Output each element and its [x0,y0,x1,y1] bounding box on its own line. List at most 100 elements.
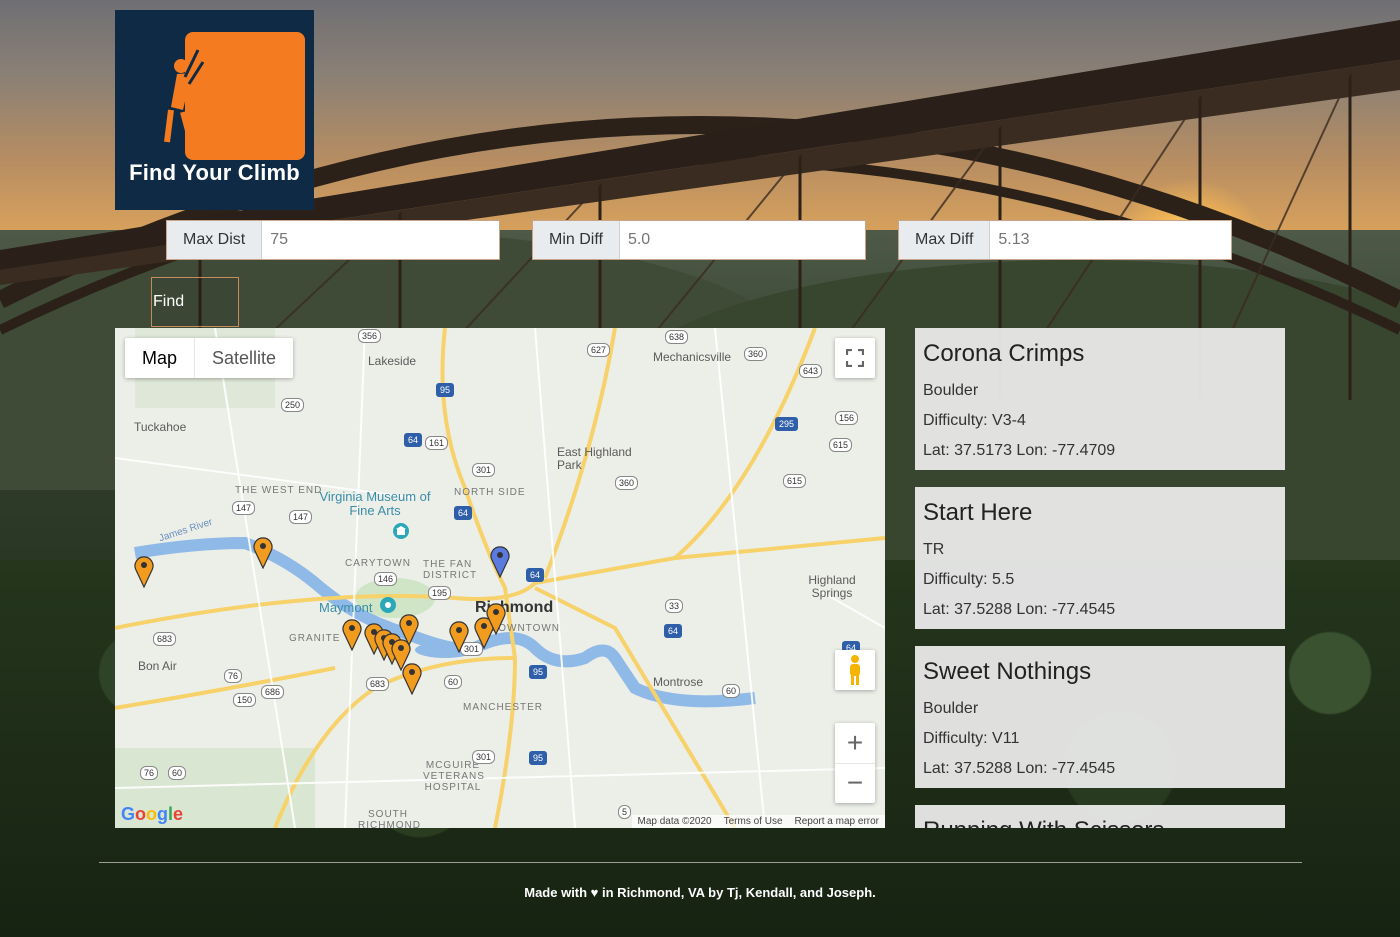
route-shield: 150 [233,693,257,707]
route-shield: 161 [425,436,449,450]
route-name: Sweet Nothings [923,658,1092,685]
map-label-fan-district: THE FAN DISTRICT [423,559,478,581]
logo-text: Find Your Climb [129,160,300,185]
climber-icon [164,49,207,143]
interstate-shield: 95 [529,665,548,679]
route-type: Boulder [923,382,979,399]
map-label-bon-air: Bon Air [138,659,177,673]
route-shield: 60 [444,675,463,689]
map-label-carytown: CARYTOWN [345,558,411,569]
route-shield: 147 [289,510,313,524]
map-label-lakeside: Lakeside [368,354,417,368]
map-label-granite: GRANITE [289,633,341,644]
route-shield: 360 [615,476,639,490]
map-label-mechanicsville: Mechanicsville [653,350,732,364]
route-pin[interactable] [485,601,507,635]
route-name: Start Here [923,499,1033,526]
route-shield: 615 [783,474,807,488]
route-shield: 643 [799,364,823,378]
route-shield: 683 [366,677,390,691]
min-diff-label: Min Diff [533,221,620,259]
route-shield: 683 [153,632,177,646]
max-dist-field: Max Dist [166,220,500,260]
route-shield: 147 [232,501,256,515]
fullscreen-icon [846,349,864,367]
route-name: Running With Scissors [923,817,1277,828]
pegman-icon [850,655,860,685]
route-card[interactable]: Running With Scissors [915,805,1285,828]
route-shield: 5 [618,805,632,819]
route-shield: 146 [374,572,398,586]
fullscreen-button[interactable] [835,338,875,378]
map-label-east-highland-park: East Highland Park [557,445,632,472]
max-dist-input[interactable] [262,221,499,259]
min-diff-input[interactable] [619,221,865,259]
route-coords: Lat: 37.5288 Lon: -77.4545 [923,601,1116,618]
route-shield: 356 [358,329,382,343]
max-dist-label: Max Dist [167,221,263,259]
zoom-control: + − [835,723,875,803]
interstate-shield: 64 [454,506,473,520]
street-view-pegman[interactable] [835,650,875,690]
route-pin[interactable] [252,535,274,569]
map-type-map-button[interactable]: Map [125,338,196,378]
route-shield: 76 [140,766,159,780]
route-list: Corona Crimps Boulder Difficulty: V3-4 L… [915,328,1285,828]
map-label-montrose: Montrose [653,675,704,689]
map-label-highland-springs: Highland Springs [808,573,856,600]
route-shield: 686 [261,685,285,699]
map-label-maymont: Maymont [319,600,373,615]
map-type-satellite-button[interactable]: Satellite [195,338,293,378]
route-type: TR [923,541,945,558]
map-label-vmfa: Virginia Museum of Fine Arts [319,489,431,518]
park-icon[interactable] [379,596,397,614]
zoom-in-button[interactable]: + [835,723,875,764]
interstate-shield: 64 [526,568,545,582]
route-shield: 195 [428,586,452,600]
route-pin[interactable] [448,619,470,653]
map-label-tuckahoe: Tuckahoe [134,420,187,434]
route-shield: 60 [722,684,741,698]
route-coords: Lat: 37.5173 Lon: -77.4709 [923,442,1116,459]
user-location-pin[interactable] [489,544,511,578]
zoom-out-button[interactable]: − [835,764,875,804]
terms-link[interactable]: Terms of Use [724,816,783,827]
report-map-error-link[interactable]: Report a map error [795,816,879,827]
interstate-shield: 64 [404,433,423,447]
route-difficulty: Difficulty: 5.5 [923,571,1015,588]
route-shield: 301 [472,750,496,764]
max-diff-input[interactable] [990,221,1231,259]
route-shield: 76 [224,669,243,683]
interstate-shield: 95 [529,751,548,765]
route-pin[interactable] [398,612,420,646]
museum-icon[interactable] [392,522,410,540]
find-routes-button[interactable]: Find Routes [151,277,239,358]
map-base-layer [115,328,885,828]
route-shield: 250 [281,398,305,412]
interstate-shield: 95 [436,383,455,397]
route-card[interactable]: Corona Crimps Boulder Difficulty: V3-4 L… [915,328,1285,470]
route-shield: 156 [835,411,859,425]
footer-divider [99,862,1302,863]
max-diff-label: Max Diff [899,221,991,259]
map-label-north-side: NORTH SIDE [454,487,526,498]
route-card[interactable]: Sweet Nothings Boulder Difficulty: V11 L… [915,646,1285,788]
route-shield: 360 [744,347,768,361]
route-type: Boulder [923,700,979,717]
map-label-west-end: THE WEST END [235,485,323,496]
route-pin[interactable] [133,554,155,588]
map-label-south-richmond: SOUTH RICHMOND [358,809,421,828]
route-difficulty: Difficulty: V3-4 [923,412,1026,429]
route-pin[interactable] [341,617,363,651]
route-shield: 615 [829,438,853,452]
route-pin[interactable] [401,661,423,695]
route-coords: Lat: 37.5288 Lon: -77.4545 [923,760,1116,777]
map-data-text: Map data ©2020 [637,816,712,827]
route-card[interactable]: Start Here TR Difficulty: 5.5 Lat: 37.52… [915,487,1285,629]
site-logo[interactable]: Find Your Climb [115,10,314,210]
interstate-shield: 64 [664,624,683,638]
route-shield: 301 [472,463,496,477]
route-name: Corona Crimps [923,340,1085,367]
map-attribution: Map data ©2020 Terms of Use Report a map… [631,815,885,828]
map[interactable]: Lakeside Mechanicsville Tuckahoe East Hi… [115,328,885,828]
